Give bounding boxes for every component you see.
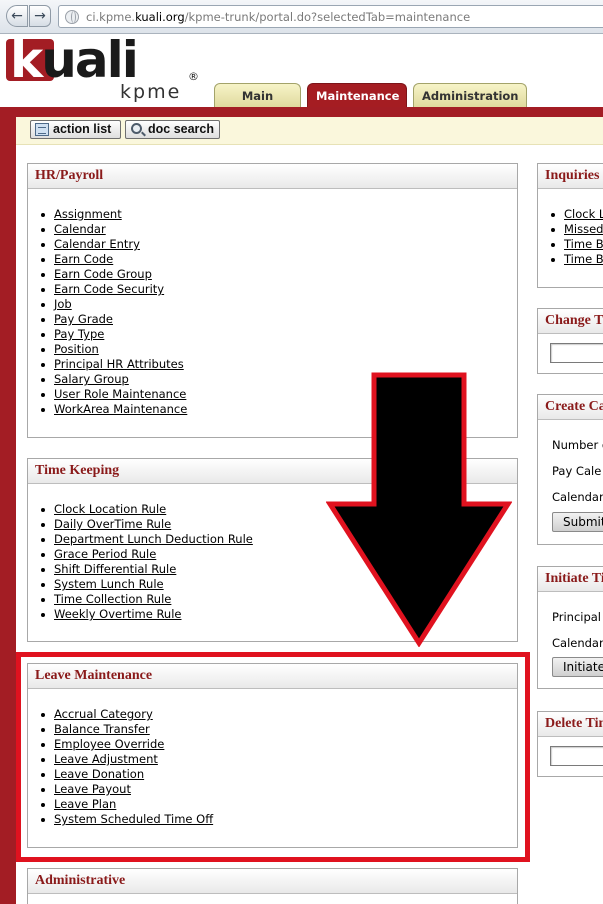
action-list-button[interactable]: action list	[30, 120, 121, 139]
initiate-timesheet-panel: Initiate Ti Principal Calendar Initiate	[537, 566, 603, 689]
action-list-icon	[35, 123, 49, 136]
logo-wordmark: kuali	[10, 31, 139, 89]
change-target-input[interactable]	[550, 343, 603, 363]
tab-administration[interactable]: Administration	[413, 83, 527, 108]
browser-toolbar: ← → ci.kpme.kuali.org/kpme-trunk/portal.…	[0, 0, 603, 34]
administrative-panel: Administrative	[27, 868, 518, 904]
delete-timesheet-input[interactable]	[550, 746, 603, 766]
globe-icon	[65, 10, 79, 24]
change-target-panel: Change T	[537, 308, 603, 374]
field-label: Calendar	[552, 490, 603, 504]
logo-subtitle: kpme	[120, 81, 182, 103]
highlight-frame	[16, 652, 530, 862]
field-label: Calendar	[552, 636, 603, 650]
panel-title: Inquiries	[538, 164, 603, 189]
doc-search-label: doc search	[148, 122, 215, 136]
list-item[interactable]: Pay Grade	[40, 312, 517, 327]
list-item[interactable]: Time B	[550, 252, 603, 267]
list-item[interactable]: Job	[40, 297, 517, 312]
list-item[interactable]: Assignment	[40, 207, 517, 222]
portal-toolbar: action list doc search	[16, 117, 603, 145]
list-item[interactable]: Position	[40, 342, 517, 357]
inquiries-panel: Inquiries Clock L Missed Time B Time B	[537, 163, 603, 288]
submit-button[interactable]: Submit	[552, 512, 603, 532]
panel-title: Initiate Ti	[538, 567, 603, 592]
magnifier-icon	[131, 123, 142, 134]
list-item[interactable]: Earn Code Group	[40, 267, 517, 282]
list-item[interactable]: Principal HR Attributes	[40, 357, 517, 372]
list-item[interactable]: Calendar	[40, 222, 517, 237]
panel-title: Delete Tim	[538, 712, 603, 737]
panel-title: Create Ca	[538, 395, 603, 420]
list-item[interactable]: Earn Code	[40, 252, 517, 267]
down-arrow-icon	[326, 372, 512, 647]
tab-main-menu[interactable]: Main Menu	[214, 83, 301, 127]
forward-arrow-icon[interactable]: →	[29, 5, 51, 27]
panel-title: Administrative	[28, 869, 517, 894]
url-text: ci.kpme.kuali.org/kpme-trunk/portal.do?s…	[86, 10, 471, 24]
list-item[interactable]: Time B	[550, 237, 603, 252]
list-item[interactable]: Pay Type	[40, 327, 517, 342]
field-label: Pay Cale	[552, 464, 602, 478]
initiate-button[interactable]: Initiate	[552, 657, 603, 677]
list-item[interactable]: Clock L	[550, 207, 603, 222]
tab-maintenance[interactable]: Maintenance	[307, 83, 407, 108]
list-item[interactable]: Earn Code Security	[40, 282, 517, 297]
inquiries-list: Clock L Missed Time B Time B	[538, 189, 603, 267]
address-bar[interactable]: ci.kpme.kuali.org/kpme-trunk/portal.do?s…	[58, 5, 603, 28]
field-label: Number o	[552, 438, 603, 452]
create-calendar-panel: Create Ca Number o Pay Cale Calendar Sub…	[537, 394, 603, 545]
field-label: Principal	[552, 610, 602, 624]
back-arrow-icon[interactable]: ←	[6, 5, 28, 27]
kuali-logo: kuali ® kpme	[4, 31, 204, 105]
portal-header: kuali ® kpme Main Menu Maintenance Admin…	[0, 31, 603, 127]
list-item[interactable]: Calendar Entry	[40, 237, 517, 252]
delete-timesheet-panel: Delete Tim	[537, 711, 603, 777]
panel-title: Change T	[538, 309, 603, 334]
action-list-label: action list	[53, 122, 112, 136]
list-item[interactable]: Missed	[550, 222, 603, 237]
doc-search-button[interactable]: doc search	[125, 120, 220, 139]
panel-title: HR/Payroll	[28, 164, 517, 189]
logo-registered-mark: ®	[188, 70, 199, 83]
